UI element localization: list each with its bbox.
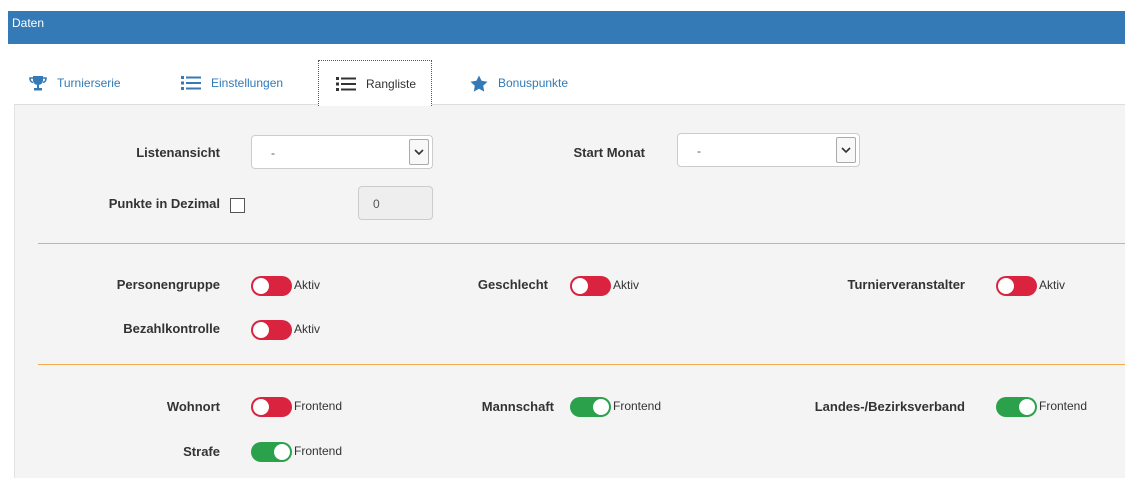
toggle-knob	[593, 399, 609, 415]
tab-label: Einstellungen	[211, 76, 284, 90]
trophy-icon	[29, 76, 47, 91]
toggle-knob	[1019, 399, 1035, 415]
bezahlkontrolle-label: Bezahlkontrolle	[123, 321, 220, 336]
landesverband-toggle[interactable]	[996, 397, 1037, 417]
toggle-knob	[253, 278, 269, 294]
tab-label: Bonuspunkte	[498, 76, 569, 90]
punkte-dezimal-input[interactable]: 0	[358, 186, 433, 220]
bezahlkontrolle-toggle[interactable]	[251, 320, 292, 340]
tab-bonuspunkte[interactable]: Bonuspunkte	[466, 60, 606, 106]
listenansicht-select[interactable]: -	[251, 135, 433, 169]
personengruppe-toggle[interactable]	[251, 276, 292, 296]
bezahlkontrolle-status: Aktiv	[294, 322, 321, 336]
mannschaft-status: Frontend	[613, 399, 662, 413]
list-icon	[181, 76, 201, 90]
section-divider	[38, 243, 1125, 244]
chevron-down-icon[interactable]	[409, 139, 429, 165]
personengruppe-label: Personengruppe	[116, 277, 220, 292]
mannschaft-label: Mannschaft	[481, 399, 554, 414]
mannschaft-toggle[interactable]	[570, 397, 611, 417]
punkte-dezimal-value: 0	[373, 197, 380, 211]
strafe-status: Frontend	[294, 444, 343, 458]
window-title: Daten	[12, 16, 45, 30]
start-monat-select[interactable]: -	[677, 133, 860, 167]
section-divider	[38, 364, 1125, 365]
punkte-dezimal-label: Punkte in Dezimal	[108, 196, 220, 211]
geschlecht-label: Geschlecht	[477, 277, 548, 292]
listenansicht-value: -	[271, 146, 275, 160]
tab-label: Turnierserie	[57, 76, 121, 90]
star-icon	[470, 75, 488, 92]
wohnort-status: Frontend	[294, 399, 343, 413]
strafe-toggle[interactable]	[251, 442, 292, 462]
personengruppe-status: Aktiv	[294, 278, 321, 292]
tab-einstellungen[interactable]: Einstellungen	[177, 60, 317, 106]
strafe-label: Strafe	[183, 444, 220, 459]
list-icon	[336, 76, 356, 91]
wohnort-toggle[interactable]	[251, 397, 292, 417]
toggle-knob	[253, 399, 269, 415]
toggle-knob	[274, 444, 290, 460]
chevron-down-icon[interactable]	[836, 137, 856, 163]
start-monat-value: -	[697, 144, 701, 158]
toggle-knob	[998, 278, 1014, 294]
geschlecht-status: Aktiv	[613, 278, 640, 292]
landesverband-status: Frontend	[1039, 399, 1088, 413]
tab-label: Rangliste	[366, 76, 417, 91]
listenansicht-label: Listenansicht	[136, 145, 220, 160]
landesverband-label: Landes-/Bezirksverband	[814, 399, 965, 414]
start-monat-label: Start Monat	[573, 145, 646, 160]
window-title-bar: Daten	[8, 11, 1125, 44]
punkte-dezimal-checkbox[interactable]	[230, 198, 245, 213]
turnierveranstalter-label: Turnierveranstalter	[847, 277, 965, 292]
toggle-knob	[253, 322, 269, 338]
toggle-knob	[572, 278, 588, 294]
tab-rangliste[interactable]: Rangliste	[318, 60, 432, 106]
turnierveranstalter-toggle[interactable]	[996, 276, 1037, 296]
tab-turnierserie[interactable]: Turnierserie	[25, 60, 155, 106]
turnierveranstalter-status: Aktiv	[1039, 278, 1066, 292]
wohnort-label: Wohnort	[166, 399, 220, 414]
geschlecht-toggle[interactable]	[570, 276, 611, 296]
